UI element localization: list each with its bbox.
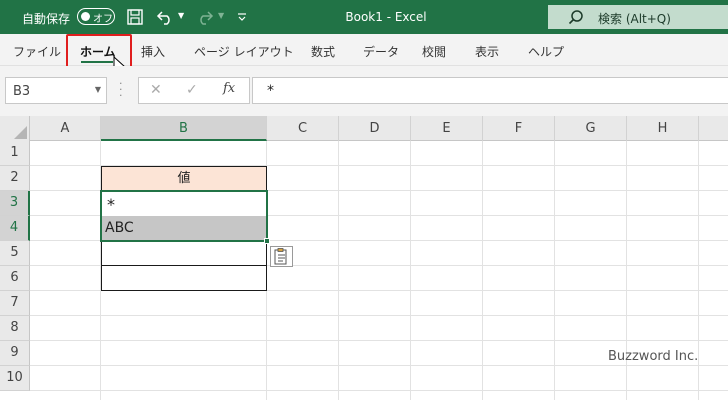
select-all-triangle-icon (14, 126, 27, 139)
watermark: Buzzword Inc. (608, 349, 699, 364)
column-header-h[interactable]: H (627, 116, 699, 141)
gridline (554, 141, 555, 400)
gridline (30, 365, 728, 366)
redo-icon[interactable] (196, 7, 214, 27)
undo-icon[interactable] (156, 7, 174, 27)
column-header-d[interactable]: D (339, 116, 411, 141)
document-title: Book1 - Excel (345, 10, 427, 24)
clipboard-icon (274, 248, 287, 265)
gridline (30, 390, 728, 391)
gridline (30, 315, 728, 316)
row-header-7[interactable]: 7 (0, 291, 30, 316)
row-header-1[interactable]: 1 (0, 141, 30, 166)
cancel-icon[interactable]: ✕ (150, 82, 162, 98)
title-bar: 自動保存 オフ ▼ ▼ Book1 - Excel 検索 (Alt+Q) (0, 0, 728, 34)
gridline (338, 141, 339, 400)
tab-formulas[interactable]: 数式 (311, 43, 335, 60)
select-all-button[interactable] (0, 116, 30, 141)
row-header-2[interactable]: 2 (0, 166, 30, 191)
row-header-3[interactable]: 3 (0, 191, 30, 216)
enter-icon[interactable]: ✓ (186, 82, 198, 98)
tab-view[interactable]: 表示 (475, 43, 499, 60)
ribbon-tabs: ファイル ホーム 挿入 ページ レイアウト 数式 データ 校閲 表示 ヘルプ (0, 34, 728, 76)
tab-file[interactable]: ファイル (13, 43, 61, 60)
autosave-label: 自動保存 (22, 12, 71, 26)
formula-content: * (267, 83, 274, 99)
column-header-partial[interactable] (699, 116, 728, 141)
autosave-toggle-state: オフ (93, 14, 113, 25)
gridline (30, 340, 728, 341)
save-icon[interactable] (126, 7, 144, 27)
insert-function-button[interactable]: fx (223, 81, 235, 96)
name-box[interactable]: B3 ▼ (5, 77, 107, 104)
paste-options-button[interactable] (270, 246, 293, 267)
cell-b5[interactable] (101, 241, 267, 266)
row-header-10[interactable]: 10 (0, 366, 30, 391)
gridline (482, 141, 483, 400)
cell-b2-header[interactable]: 値 (101, 166, 267, 191)
tab-review[interactable]: 校閲 (422, 43, 446, 60)
row-header-4[interactable]: 4 (0, 216, 30, 241)
resize-handle-icon[interactable]: · · · (119, 78, 123, 101)
column-header-b[interactable]: B (101, 116, 267, 141)
formula-buttons: ✕ ✓ fx (138, 77, 250, 104)
column-header-a[interactable]: A (30, 116, 101, 141)
column-header-f[interactable]: F (483, 116, 555, 141)
redo-dropdown-icon[interactable]: ▼ (218, 11, 224, 20)
tab-insert[interactable]: 挿入 (141, 43, 165, 60)
tab-help[interactable]: ヘルプ (528, 43, 564, 60)
autosave-toggle[interactable]: オフ (77, 8, 115, 25)
selection-outline (100, 190, 268, 242)
gridline (410, 141, 411, 400)
name-box-dropdown-icon[interactable]: ▼ (95, 85, 101, 94)
row-header-9[interactable]: 9 (0, 341, 30, 366)
search-icon (568, 9, 584, 28)
column-header-g[interactable]: G (555, 116, 627, 141)
search-box[interactable]: 検索 (Alt+Q) (548, 5, 728, 29)
column-headers: A B C D E F G H (0, 116, 728, 141)
tab-page-layout[interactable]: ページ レイアウト (194, 43, 294, 60)
column-header-c[interactable]: C (267, 116, 339, 141)
undo-dropdown-icon[interactable]: ▼ (178, 11, 184, 20)
name-box-value: B3 (13, 84, 31, 99)
formula-input[interactable]: * (252, 77, 728, 104)
row-header-5[interactable]: 5 (0, 241, 30, 266)
row-header-6[interactable]: 6 (0, 266, 30, 291)
row-header-8[interactable]: 8 (0, 316, 30, 341)
worksheet-grid[interactable]: A B C D E F G H 1 2 3 4 5 6 7 8 9 10 値 *… (0, 116, 728, 400)
cell-b6[interactable] (101, 266, 267, 291)
fill-handle[interactable] (264, 238, 270, 244)
formula-bar: B3 ▼ · · · ✕ ✓ fx * (0, 66, 728, 116)
customize-toolbar-icon[interactable] (236, 7, 248, 27)
search-placeholder: 検索 (Alt+Q) (598, 12, 671, 26)
tab-data[interactable]: データ (363, 43, 399, 60)
column-header-e[interactable]: E (411, 116, 483, 141)
toggle-knob (81, 11, 90, 21)
